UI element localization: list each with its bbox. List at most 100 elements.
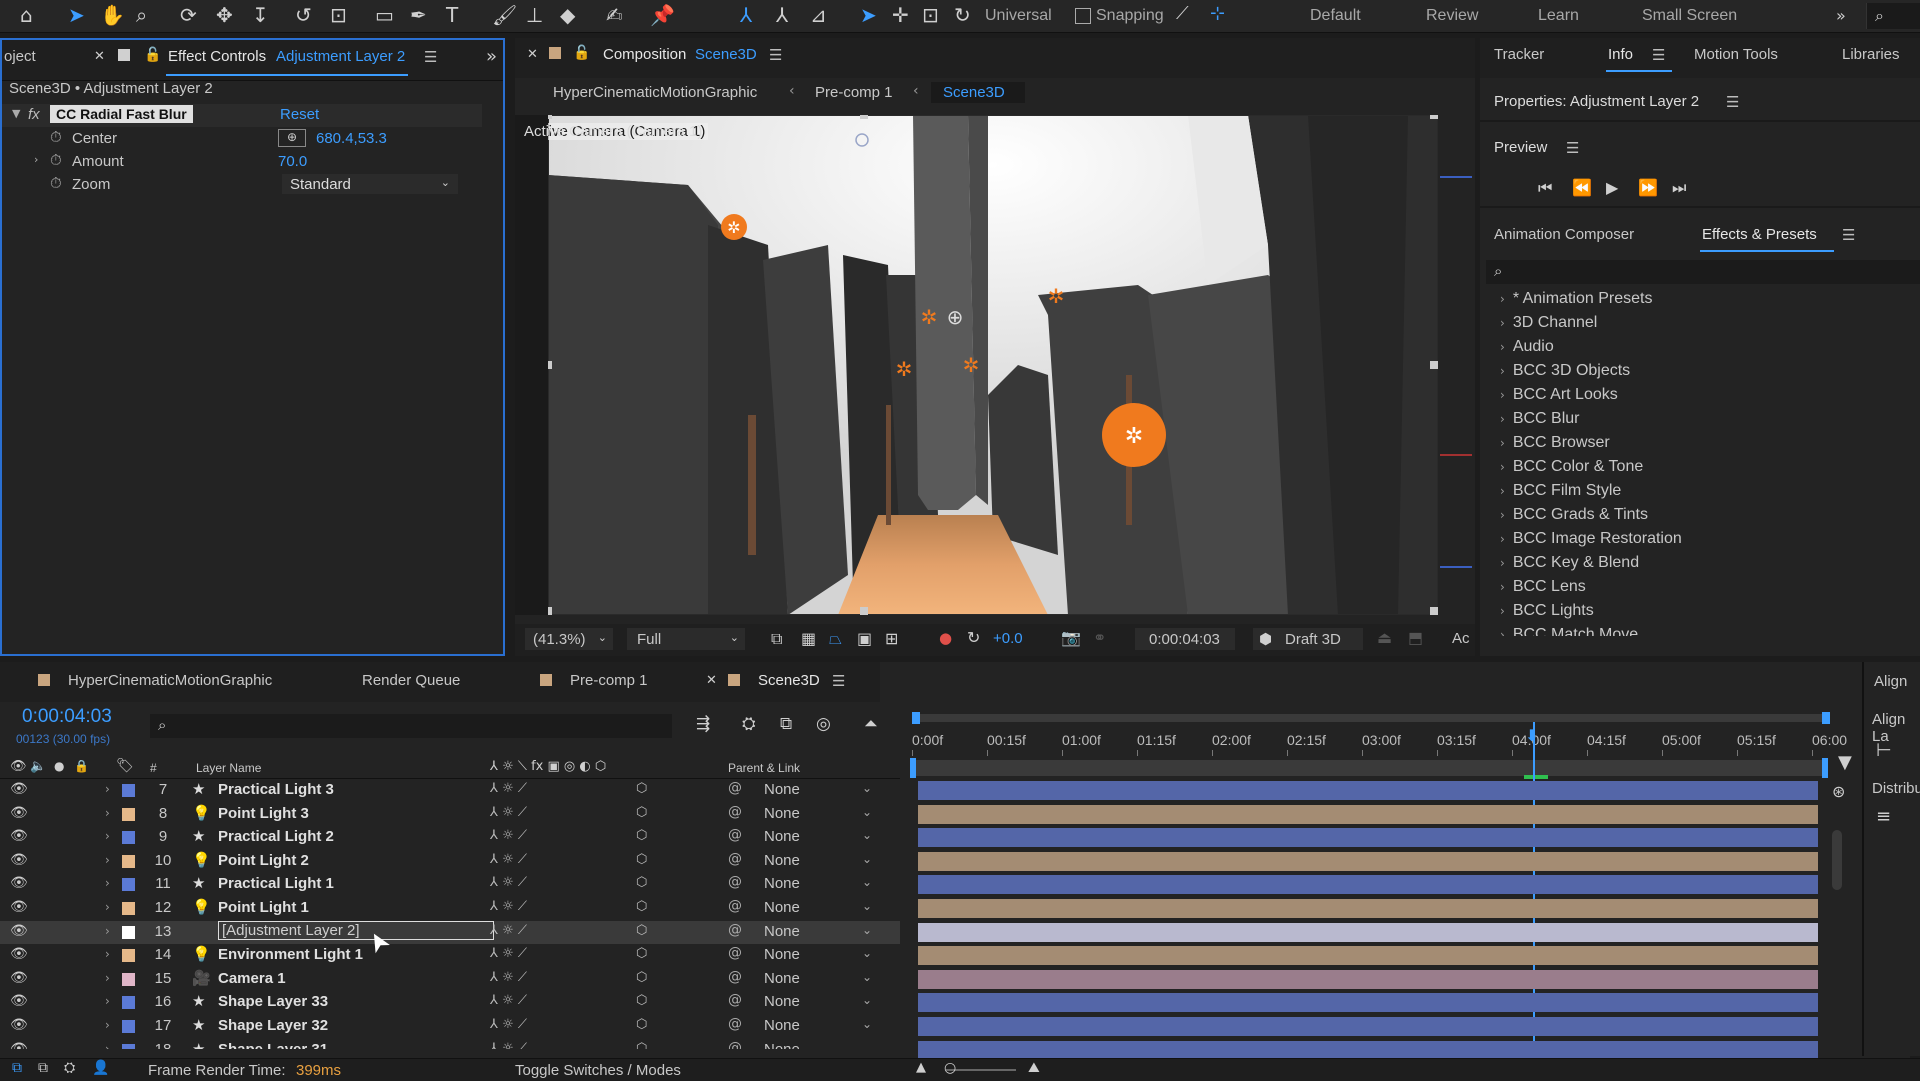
switches-icon[interactable]: ⅄ ☼ ⟋ (490, 993, 527, 1008)
pick-whip-icon[interactable]: @ (728, 992, 742, 1008)
eraser-tool-icon[interactable]: ◆ (560, 3, 575, 27)
layer-name[interactable]: Shape Layer 32 (218, 1017, 328, 1034)
universal-move-icon[interactable]: ✛ (892, 3, 909, 27)
align-title[interactable]: Align (1874, 673, 1907, 690)
pick-whip-icon[interactable]: @ (728, 1040, 742, 1049)
column-layer-name[interactable]: Layer Name (196, 761, 261, 775)
layer-name[interactable]: Point Light 3 (218, 805, 309, 822)
graph-editor-icon[interactable]: ⏶ (864, 714, 878, 734)
tab-effects-presets[interactable]: Effects & Presets (1702, 226, 1817, 243)
chevron-down-icon[interactable]: ⌄ (862, 828, 872, 842)
work-area-end[interactable] (1822, 758, 1828, 778)
expand-arrow-icon[interactable]: › (34, 153, 38, 166)
switches-icon[interactable]: ⅄ ☼ ⟋ (490, 828, 527, 843)
3d-layer-icon[interactable]: ⬡ (636, 852, 647, 867)
clone-stamp-tool-icon[interactable]: ⊥ (526, 3, 543, 27)
last-frame-icon[interactable]: ⏭ (1672, 178, 1686, 198)
pan-camera-icon[interactable]: ✥ (216, 3, 233, 27)
roto-brush-tool-icon[interactable]: ✍ (606, 3, 623, 27)
time-navigator[interactable] (912, 714, 1828, 722)
panel-menu-icon[interactable]: ☰ (1566, 139, 1579, 157)
pick-whip-icon[interactable]: @ (728, 874, 742, 890)
switches-icon[interactable]: ⅄ ☼ ⟋ (490, 1017, 527, 1032)
layer-duration-bar[interactable] (918, 828, 1818, 848)
crosshair-point-icon[interactable]: ⊕ (278, 129, 306, 147)
align-left-icon[interactable]: ⊢ (1876, 740, 1892, 761)
layer-name[interactable]: Shape Layer 33 (218, 993, 328, 1010)
eye-icon[interactable]: 👁 (10, 781, 28, 797)
pick-whip-icon[interactable]: @ (728, 804, 742, 820)
3d-layer-icon[interactable]: ⬡ (636, 805, 647, 820)
parent-value[interactable]: None (764, 899, 800, 916)
zoom-tool-icon[interactable]: ⌕ (136, 3, 147, 27)
help-search-box[interactable]: ⌕ (1866, 3, 1920, 29)
tab-info[interactable]: Info (1608, 46, 1633, 63)
light-icon[interactable]: ✲ (896, 357, 913, 381)
zoom-slider-handle[interactable]: ○ (944, 1060, 956, 1076)
effects-category[interactable]: › BCC Lens (1500, 578, 1586, 596)
eye-icon[interactable]: 👁 (10, 1041, 28, 1049)
parent-value[interactable]: None (764, 781, 800, 798)
pen-tool-icon[interactable]: ✒ (410, 3, 427, 27)
lock-icon[interactable]: 🔓 (573, 45, 590, 61)
layer-icon[interactable]: ⧉ (38, 1060, 48, 1076)
puppet-pin-tool-icon[interactable]: 📌 (650, 3, 675, 27)
expand-arrow-icon[interactable]: › (105, 853, 110, 867)
local-axis-mode-icon[interactable]: ⅄ (740, 3, 752, 27)
layer-duration-bar[interactable] (918, 969, 1818, 989)
switches-icon[interactable]: ⅄ ☼ ⟋ (490, 946, 527, 961)
chevron-down-icon[interactable]: ⌄ (862, 993, 872, 1007)
label-color-swatch[interactable] (122, 1043, 135, 1049)
layer-row[interactable]: 👁 › 17 ★ Shape Layer 32 ⅄ ☼ ⟋ ⬡ @ None ⌄ (0, 1015, 900, 1038)
switches-icon[interactable]: ⅄ ☼ ⟋ (490, 923, 527, 938)
layer-name[interactable]: Camera 1 (218, 970, 286, 987)
label-color-swatch[interactable] (122, 902, 135, 915)
eye-icon[interactable]: 👁 (10, 899, 28, 915)
rotation-tool-icon[interactable]: ↺ (295, 3, 312, 27)
pick-whip-icon[interactable]: @ (728, 827, 742, 843)
play-icon[interactable]: ▶ (1606, 178, 1618, 197)
truncated-control-label[interactable]: Ac (1452, 630, 1470, 647)
expand-arrow-icon[interactable]: › (105, 947, 110, 961)
expand-arrow-icon[interactable]: › (105, 994, 110, 1008)
layer-duration-bar[interactable] (918, 899, 1818, 918)
selection-tool-icon[interactable]: ➤ (68, 3, 85, 27)
zoom-slider[interactable] (946, 1069, 1016, 1071)
3d-layer-icon[interactable]: ⬡ (636, 1017, 647, 1032)
effect-controls-layer-name[interactable]: Adjustment Layer 2 (276, 48, 405, 65)
layer-name[interactable]: Point Light 1 (218, 899, 309, 916)
pick-whip-icon[interactable]: @ (728, 1016, 742, 1032)
layer-row[interactable]: 👁 › 15 🎥 Camera 1 ⅄ ☼ ⟋ ⬡ @ None ⌄ (0, 968, 900, 991)
resolution-dropdown[interactable]: Full ⌄ (627, 628, 745, 650)
expand-arrow-icon[interactable]: › (105, 829, 110, 843)
layer-row[interactable]: 👁 › 10 💡 Point Light 2 ⅄ ☼ ⟋ ⬡ @ None ⌄ (0, 850, 900, 873)
layer-duration-bar[interactable] (918, 804, 1818, 824)
layer-row[interactable]: 👁 › 11 ★ Practical Light 1 ⅄ ☼ ⟋ ⬡ @ None ⌄ (0, 873, 900, 896)
panel-menu-icon[interactable]: ☰ (1842, 226, 1855, 244)
vertical-scrollbar[interactable] (1832, 830, 1842, 890)
effects-category[interactable]: › BCC Image Restoration (1500, 530, 1682, 548)
fx-icon[interactable]: fx (28, 106, 40, 123)
home-icon[interactable]: ⌂ (20, 3, 33, 27)
panel-menu-icon[interactable]: ☰ (424, 48, 437, 66)
motion-blur-icon[interactable]: ◎ (816, 714, 831, 734)
3d-layer-icon[interactable]: ⬡ (636, 1041, 647, 1049)
eye-icon[interactable]: 👁 (10, 923, 28, 939)
label-color-swatch[interactable] (122, 784, 135, 797)
3d-layer-icon[interactable]: ⬡ (636, 899, 647, 914)
anchor-point-tool-icon[interactable]: ⊡ (330, 3, 347, 27)
layer-duration-bar[interactable] (918, 922, 1818, 942)
universal-select-icon[interactable]: ➤ (860, 3, 877, 27)
layer-duration-bar[interactable] (918, 1017, 1818, 1036)
effect-name[interactable]: CC Radial Fast Blur (50, 105, 193, 123)
workspace-learn[interactable]: Learn (1538, 7, 1579, 25)
effects-category[interactable]: › BCC Match Move (1500, 626, 1638, 636)
layer-duration-bar[interactable] (918, 1040, 1818, 1060)
workspace-review[interactable]: Review (1426, 7, 1478, 25)
layer-duration-bar[interactable] (918, 875, 1818, 895)
universal-scale-icon[interactable]: ⊡ (922, 3, 939, 27)
channel-rgb-icon[interactable]: ● (939, 629, 952, 647)
eye-icon[interactable]: 👁 (10, 993, 28, 1009)
stopwatch-icon[interactable]: ⏱ (50, 128, 62, 146)
parent-value[interactable]: None (764, 993, 800, 1010)
